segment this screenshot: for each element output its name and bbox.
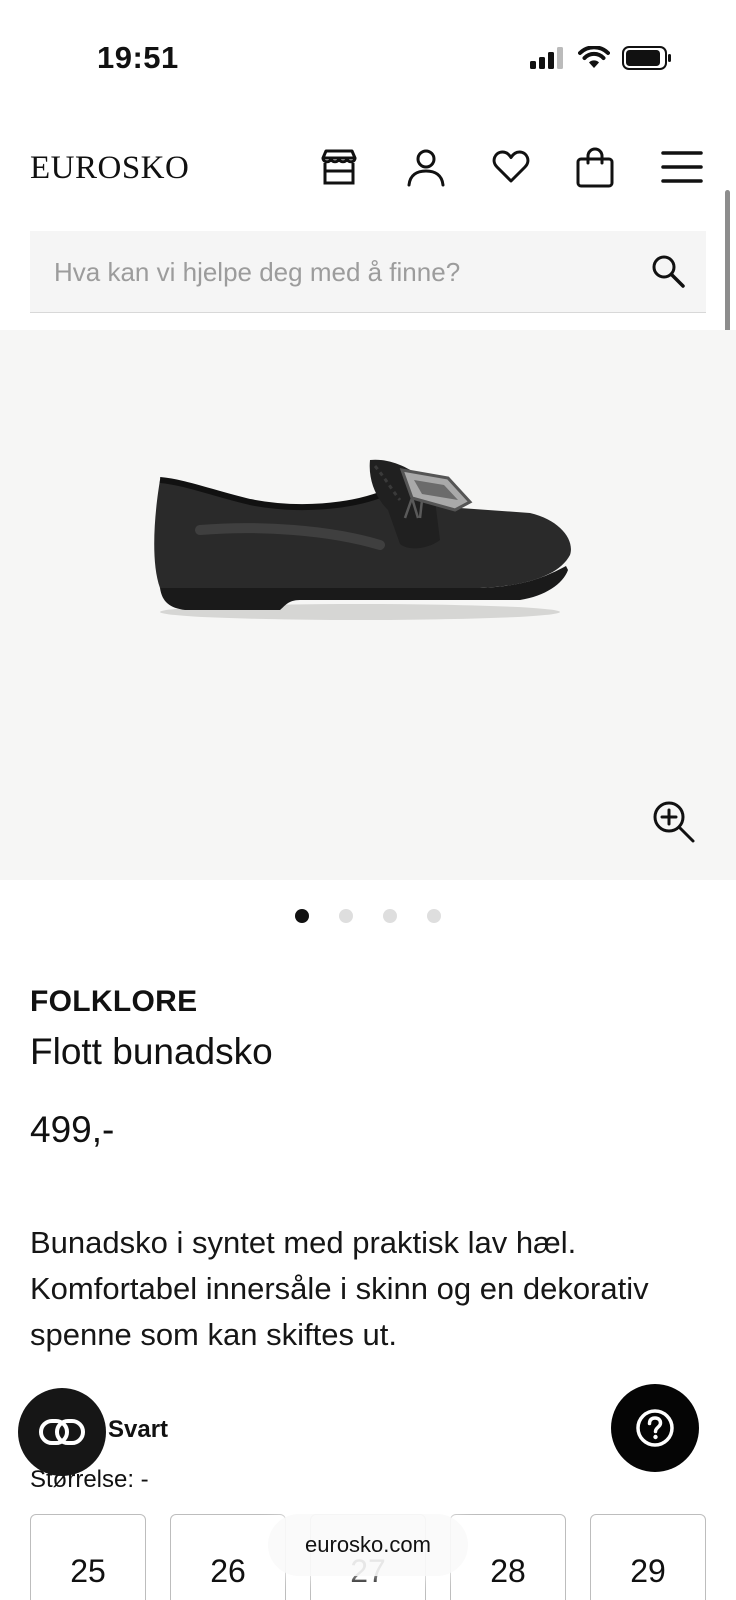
product-brand[interactable]: FOLKLORE bbox=[30, 985, 197, 1019]
gallery-dot-2[interactable] bbox=[339, 909, 353, 923]
search-icon[interactable] bbox=[650, 253, 686, 289]
link-icon bbox=[39, 1419, 85, 1445]
gallery-dot-4[interactable] bbox=[427, 909, 441, 923]
bag-icon[interactable] bbox=[574, 146, 616, 188]
browser-url-bar[interactable]: eurosko.com bbox=[268, 1514, 468, 1576]
product-page: 19:51 EUROSKO Hva kan vi hjelpe deg med … bbox=[0, 0, 736, 1600]
menu-icon[interactable] bbox=[661, 146, 703, 188]
size-option-29[interactable]: 29 bbox=[590, 1514, 706, 1600]
gallery-dot-1[interactable] bbox=[295, 909, 309, 923]
search-input[interactable] bbox=[52, 231, 636, 313]
site-header: EUROSKO bbox=[0, 140, 736, 200]
status-time: 19:51 bbox=[97, 40, 179, 75]
cellular-signal-icon bbox=[530, 47, 563, 69]
heart-icon[interactable] bbox=[490, 146, 532, 188]
product-image-gallery[interactable] bbox=[0, 330, 736, 880]
gallery-pagination bbox=[0, 909, 736, 923]
status-icons bbox=[530, 46, 672, 70]
wifi-icon bbox=[578, 46, 610, 68]
product-price: 499,- bbox=[30, 1109, 115, 1150]
color-value: Svart bbox=[108, 1416, 169, 1443]
size-option-26[interactable]: 26 bbox=[170, 1514, 286, 1600]
user-icon[interactable] bbox=[405, 146, 447, 188]
product-description: Bunadsko i syntet med praktisk lav hæl. … bbox=[30, 1225, 649, 1352]
product-title: Flott bunadsko bbox=[30, 1031, 273, 1072]
store-icon[interactable] bbox=[318, 146, 360, 188]
eurosko-logo[interactable]: EUROSKO bbox=[30, 150, 189, 187]
link-chat-button[interactable] bbox=[18, 1388, 106, 1476]
search-bar bbox=[30, 231, 706, 313]
gallery-dot-3[interactable] bbox=[383, 909, 397, 923]
size-option-25[interactable]: 25 bbox=[30, 1514, 146, 1600]
size-option-28[interactable]: 28 bbox=[450, 1514, 566, 1600]
question-icon bbox=[636, 1409, 674, 1447]
battery-icon bbox=[622, 46, 671, 70]
help-button[interactable] bbox=[611, 1384, 699, 1472]
zoom-in-icon[interactable] bbox=[650, 798, 696, 844]
product-image bbox=[154, 459, 571, 620]
